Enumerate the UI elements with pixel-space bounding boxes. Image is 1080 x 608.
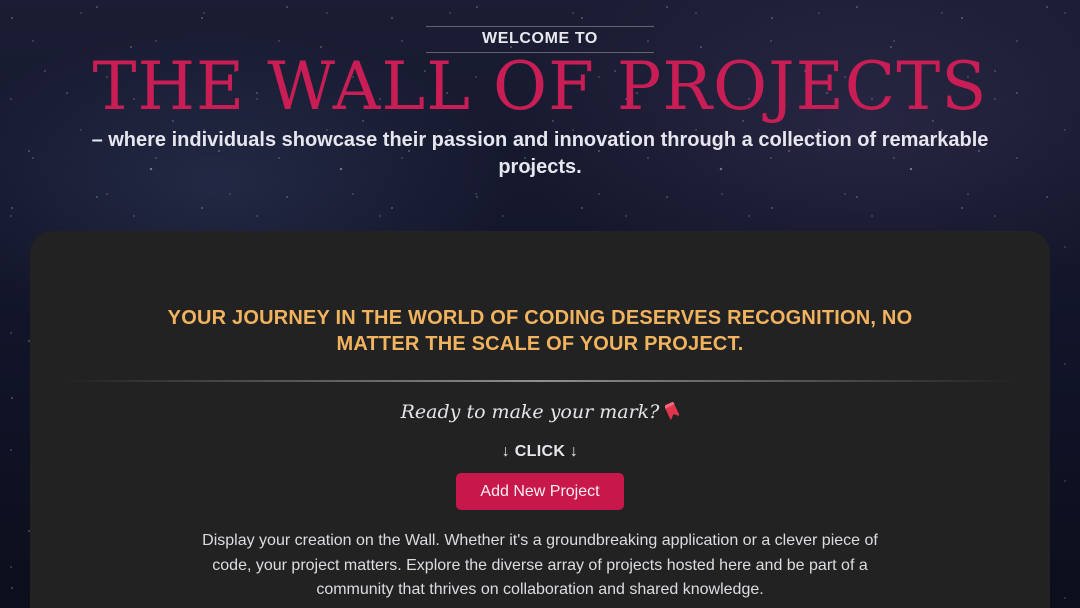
page-subtitle: – where individuals showcase their passi…: [91, 129, 989, 178]
cta-prompt-text: Ready to make your mark?: [400, 401, 660, 423]
page-title: THE WALL OF PROJECTS: [92, 48, 988, 125]
card-tagline: YOUR JOURNEY IN THE WORLD OF CODING DESE…: [167, 307, 913, 355]
card-description: Display your creation on the Wall. Wheth…: [202, 532, 878, 598]
page: WELCOME TO THE WALL OF PROJECTS – where …: [0, 0, 1080, 608]
add-new-project-button[interactable]: Add New Project: [456, 473, 624, 510]
cta-prompt: Ready to make your mark?: [340, 399, 740, 425]
card-divider: [66, 380, 1014, 382]
bookmark-icon: [665, 402, 680, 420]
click-hint: ↓ CLICK ↓: [501, 443, 579, 460]
